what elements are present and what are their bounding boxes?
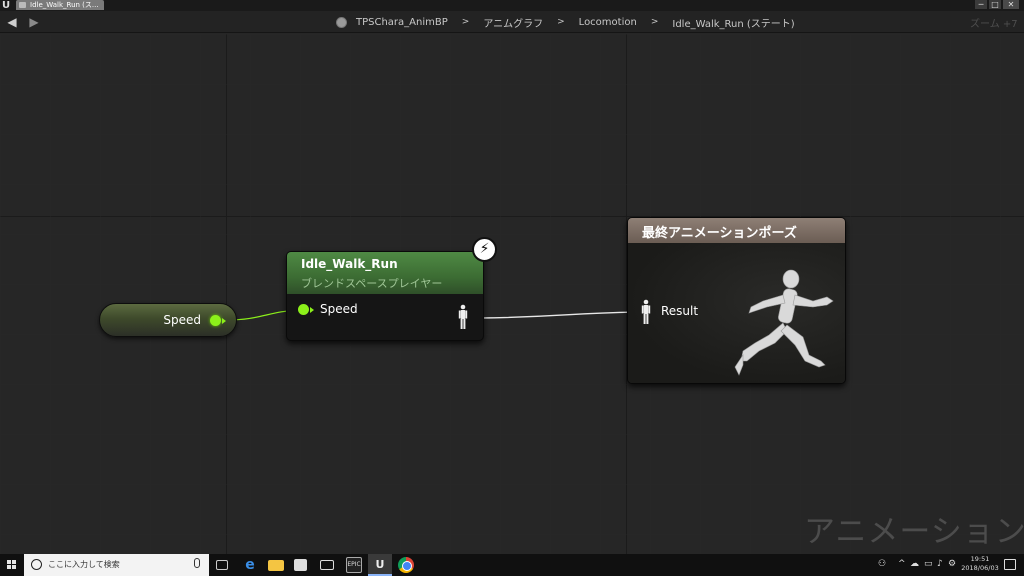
clock[interactable]: 19:51 2018/06/03 bbox=[960, 555, 1000, 573]
pose-output-pin-icon[interactable] bbox=[457, 304, 469, 330]
wire-layer bbox=[227, 309, 641, 321]
editor-window: U Idle_Walk_Run (ス... ─ □ ✕ ◀ ▶ TPSChara… bbox=[0, 0, 1024, 576]
cortana-icon bbox=[31, 559, 42, 570]
final-pose-node-header: 最終アニメーションポーズ bbox=[628, 218, 845, 243]
arrow-right-icon[interactable]: ▶ bbox=[26, 14, 42, 30]
speed-input-pin[interactable] bbox=[298, 304, 314, 315]
taskbar: ここに入力して検索 e EPIC U ⚇ ^ ☁ ▭ ♪ ⚙ 19:51 201… bbox=[0, 554, 1024, 576]
final-animation-pose-node[interactable]: 最終アニメーションポーズ Result bbox=[627, 217, 846, 384]
blueprint-icon bbox=[336, 16, 347, 28]
speed-output-pin[interactable] bbox=[210, 315, 226, 326]
lightning-icon: ⚡ bbox=[472, 237, 497, 262]
blend-space-node-subtitle: ブレンドスペースプレイヤー bbox=[301, 277, 443, 290]
speed-input-label: Speed bbox=[320, 302, 358, 316]
result-input-pin-icon[interactable] bbox=[640, 299, 652, 325]
system-tray: ⚇ ^ ☁ ▭ ♪ ⚙ 19:51 2018/06/03 bbox=[876, 554, 1024, 576]
graph-toolbar: ◀ ▶ TPSChara_AnimBP > アニムグラフ > Locomotio… bbox=[0, 11, 1024, 33]
unreal-editor-icon[interactable]: U bbox=[368, 554, 392, 576]
epic-launcher-icon[interactable]: EPIC bbox=[346, 557, 362, 573]
breadcrumb-separator: > bbox=[557, 17, 565, 27]
graph-canvas[interactable]: Speed Idle_Walk_Run ブレンドスペースプレイヤー Speed … bbox=[0, 34, 1024, 554]
chevron-up-icon[interactable]: ^ bbox=[898, 559, 906, 569]
minimize-button[interactable]: ─ bbox=[975, 0, 987, 9]
breadcrumb: TPSChara_AnimBP > アニムグラフ > Locomotion > … bbox=[336, 11, 797, 33]
blend-space-icon bbox=[19, 2, 26, 8]
search-placeholder: ここに入力して検索 bbox=[48, 560, 120, 569]
breadcrumb-state[interactable]: Idle_Walk_Run (ステート) bbox=[670, 15, 796, 30]
chrome-icon[interactable] bbox=[398, 557, 414, 573]
breadcrumb-locomotion[interactable]: Locomotion bbox=[577, 17, 639, 28]
blend-space-node-header: Idle_Walk_Run ブレンドスペースプレイヤー bbox=[287, 252, 483, 294]
result-input-label: Result bbox=[661, 304, 699, 318]
breadcrumb-separator: > bbox=[461, 17, 470, 27]
task-view-icon[interactable] bbox=[216, 560, 228, 570]
breadcrumb-anim-graph[interactable]: アニムグラフ bbox=[481, 15, 545, 30]
clock-date: 2018/06/03 bbox=[961, 564, 999, 572]
network-icon[interactable]: ▭ bbox=[924, 559, 933, 569]
speed-variable-label: Speed bbox=[163, 313, 201, 327]
people-icon[interactable]: ⚇ bbox=[878, 559, 886, 569]
file-explorer-icon[interactable] bbox=[268, 560, 284, 571]
breadcrumb-anim-bp[interactable]: TPSChara_AnimBP bbox=[354, 17, 450, 28]
input-method-icon[interactable]: ⚙ bbox=[948, 559, 956, 569]
taskbar-search-box[interactable]: ここに入力して検索 bbox=[24, 554, 209, 576]
maximize-button[interactable]: □ bbox=[989, 0, 1001, 9]
breadcrumb-separator: > bbox=[650, 17, 659, 27]
speed-variable-node[interactable]: Speed bbox=[99, 303, 237, 337]
document-tab-label: Idle_Walk_Run (ス... bbox=[30, 1, 99, 9]
arrow-left-icon[interactable]: ◀ bbox=[4, 14, 20, 30]
windows-start-icon[interactable] bbox=[0, 554, 24, 576]
close-button[interactable]: ✕ bbox=[1003, 0, 1019, 9]
notification-icon[interactable] bbox=[1004, 559, 1016, 570]
zoom-level: ズーム +7 bbox=[970, 19, 1018, 30]
unreal-logo-icon: U bbox=[2, 0, 11, 11]
pose-wire[interactable] bbox=[479, 311, 641, 319]
blend-space-node-title: Idle_Walk_Run bbox=[301, 257, 398, 271]
document-tab[interactable]: Idle_Walk_Run (ス... bbox=[16, 0, 104, 10]
edge-browser-icon[interactable]: e bbox=[242, 557, 258, 573]
mail-icon[interactable] bbox=[320, 560, 334, 570]
clock-time: 19:51 bbox=[970, 555, 990, 563]
blend-space-player-node[interactable]: Idle_Walk_Run ブレンドスペースプレイヤー Speed bbox=[286, 251, 484, 341]
volume-icon[interactable]: ♪ bbox=[937, 559, 943, 569]
final-pose-node-title: 最終アニメーションポーズ bbox=[642, 226, 797, 241]
cloud-icon[interactable]: ☁ bbox=[910, 559, 919, 569]
title-bar: U Idle_Walk_Run (ス... ─ □ ✕ bbox=[0, 0, 1024, 11]
microphone-icon[interactable] bbox=[194, 558, 200, 568]
store-icon[interactable] bbox=[294, 559, 307, 571]
graph-type-watermark: アニメーション bbox=[804, 514, 1024, 550]
running-mannequin-icon bbox=[734, 269, 834, 376]
